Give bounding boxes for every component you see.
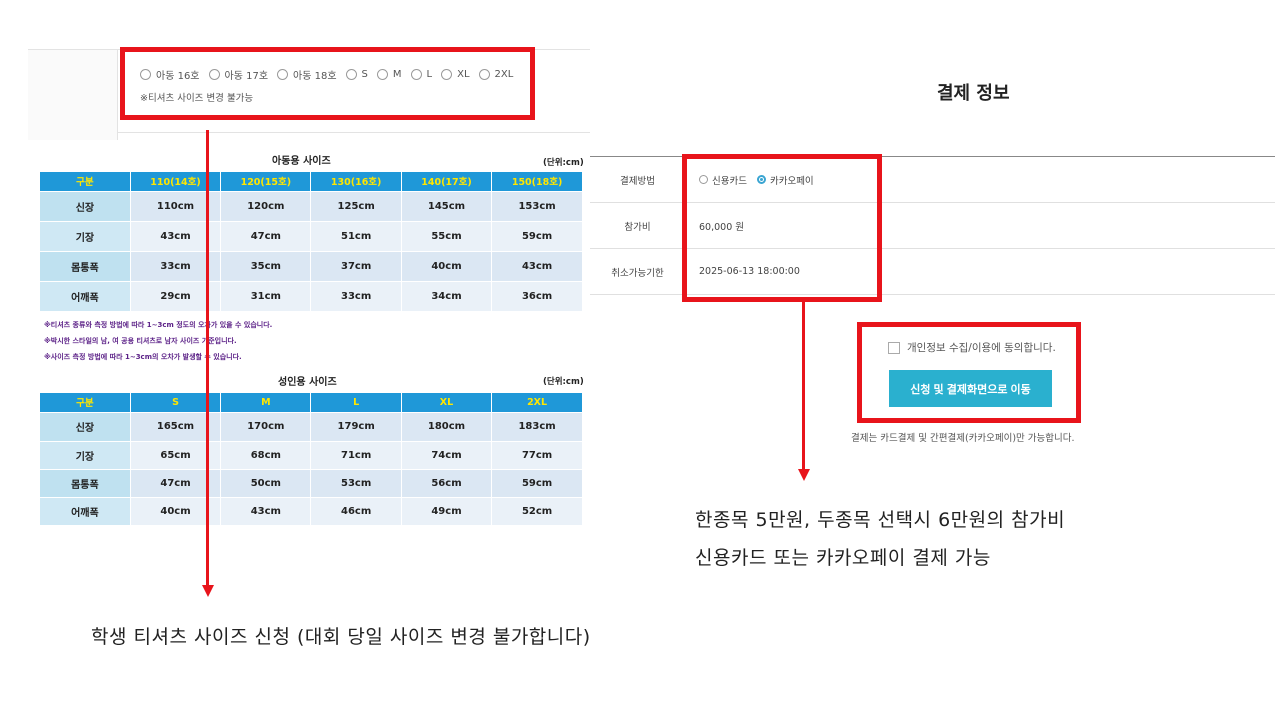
table-header-row: 구분 110(14호) 120(15호) 130(16호) 140(17호) 1…: [40, 172, 582, 191]
table-row: 어깨폭 40cm 43cm 46cm 49cm 52cm: [40, 496, 582, 525]
table-row: 신장 165cm 170cm 179cm 180cm 183cm: [40, 411, 582, 441]
table-cell: 53cm: [310, 468, 402, 497]
table-row-header: 기장: [40, 220, 131, 251]
table-cell: 71cm: [310, 440, 402, 469]
table-cell: 180cm: [401, 411, 493, 441]
table-cell: 31cm: [220, 280, 312, 311]
table-cell: 35cm: [220, 250, 312, 281]
payment-fee-label: 참가비: [590, 203, 685, 248]
table-cell: 56cm: [401, 468, 493, 497]
payment-title: 결제 정보: [937, 83, 1010, 104]
table-row: 몸통폭 33cm 35cm 37cm 40cm 43cm: [40, 250, 582, 281]
table-cell: 153cm: [491, 190, 582, 221]
highlight-box-size-options: [120, 47, 535, 120]
table-row-header: 신장: [40, 411, 131, 441]
note-line: ※사이즈 측정 방법에 따라 1~3cm의 오차가 발생할 수 있습니다.: [44, 353, 242, 361]
table-cell: 50cm: [220, 468, 312, 497]
adult-size-table: 구분 S M L XL 2XL 신장 165cm 170cm 179cm 180…: [40, 393, 582, 525]
table-row: 기장 43cm 47cm 51cm 55cm 59cm: [40, 220, 582, 251]
table-cell: 37cm: [310, 250, 402, 281]
table-cell: 43cm: [220, 496, 312, 525]
table-cell: 51cm: [310, 220, 402, 251]
table-row-header: 신장: [40, 190, 131, 221]
table-header-cell: 구분: [40, 393, 131, 412]
payment-deadline-label: 취소가능기한: [590, 249, 685, 294]
table-cell: 47cm: [220, 220, 312, 251]
highlight-box-submit: [857, 322, 1081, 423]
table-header-cell: L: [310, 393, 402, 412]
arrow-left-line: [206, 130, 209, 585]
highlight-box-payment-info: [682, 154, 882, 302]
table-cell: 145cm: [401, 190, 493, 221]
table-cell: 68cm: [220, 440, 312, 469]
table-cell: 36cm: [491, 280, 582, 311]
table-header-cell: M: [220, 393, 312, 412]
table-header-cell: XL: [401, 393, 493, 412]
table-cell: 43cm: [491, 250, 582, 281]
arrow-down-icon: [202, 585, 214, 597]
note-line: ※티셔츠 종류와 측정 방법에 따라 1~3cm 정도의 오차가 있을 수 있습…: [44, 321, 273, 329]
table-row-header: 기장: [40, 440, 131, 469]
payment-method-label: 결제방법: [590, 157, 685, 202]
table-header-cell: 150(18호): [491, 172, 582, 191]
table-cell: 46cm: [310, 496, 402, 525]
kids-table-unit: (단위:cm): [543, 158, 584, 168]
table-header-cell: 120(15호): [220, 172, 312, 191]
table-row-header: 어깨폭: [40, 280, 131, 311]
arrow-down-icon: [798, 469, 810, 481]
table-cell: 33cm: [310, 280, 402, 311]
table-cell: 55cm: [401, 220, 493, 251]
table-row: 몸통폭 47cm 50cm 53cm 56cm 59cm: [40, 468, 582, 497]
adult-table-unit: (단위:cm): [543, 377, 584, 387]
table-cell: 52cm: [491, 496, 582, 525]
table-row: 신장 110cm 120cm 125cm 145cm 153cm: [40, 190, 582, 221]
table-cell: 120cm: [220, 190, 312, 221]
table-cell: 170cm: [220, 411, 312, 441]
payment-method-note: 결제는 카드결제 및 간편결제(카카오페이)만 가능합니다.: [851, 433, 1075, 444]
note-line: ※박시한 스타일의 남, 여 공용 티셔츠로 남자 사이즈 기준입니다.: [44, 337, 237, 345]
adult-table-title: 성인용 사이즈: [278, 377, 337, 388]
table-cell: 179cm: [310, 411, 402, 441]
caption-fee-info: 한종목 5만원, 두종목 선택시 6만원의 참가비: [695, 509, 1066, 531]
table-header-cell: 구분: [40, 172, 131, 191]
table-header-cell: 2XL: [491, 393, 582, 412]
table-cell: 59cm: [491, 220, 582, 251]
table-row-header: 어깨폭: [40, 496, 131, 525]
table-row: 기장 65cm 68cm 71cm 74cm 77cm: [40, 440, 582, 469]
table-row-header: 몸통폭: [40, 468, 131, 497]
size-panel-label-cell: [28, 50, 118, 140]
size-notes: ※티셔츠 종류와 측정 방법에 따라 1~3cm 정도의 오차가 있을 수 있습…: [44, 317, 272, 365]
table-cell: 183cm: [491, 411, 582, 441]
table-header-row: 구분 S M L XL 2XL: [40, 393, 582, 412]
table-cell: 74cm: [401, 440, 493, 469]
table-cell: 125cm: [310, 190, 402, 221]
table-header-cell: 130(16호): [310, 172, 402, 191]
table-cell: 49cm: [401, 496, 493, 525]
table-cell: 34cm: [401, 280, 493, 311]
table-header-cell: 140(17호): [401, 172, 493, 191]
table-cell: 40cm: [401, 250, 493, 281]
table-row: 어깨폭 29cm 31cm 33cm 34cm 36cm: [40, 280, 582, 311]
kids-size-table: 구분 110(14호) 120(15호) 130(16호) 140(17호) 1…: [40, 172, 582, 311]
table-cell: 59cm: [491, 468, 582, 497]
caption-payment-methods: 신용카드 또는 카카오페이 결제 가능: [695, 547, 991, 569]
table-cell: 77cm: [491, 440, 582, 469]
arrow-right-line: [802, 302, 805, 469]
caption-tshirt-size: 학생 티셔츠 사이즈 신청 (대회 당일 사이즈 변경 불가합니다): [91, 626, 591, 648]
table-row-header: 몸통폭: [40, 250, 131, 281]
kids-table-title: 아동용 사이즈: [272, 156, 331, 167]
size-panel-divider: [118, 132, 590, 133]
